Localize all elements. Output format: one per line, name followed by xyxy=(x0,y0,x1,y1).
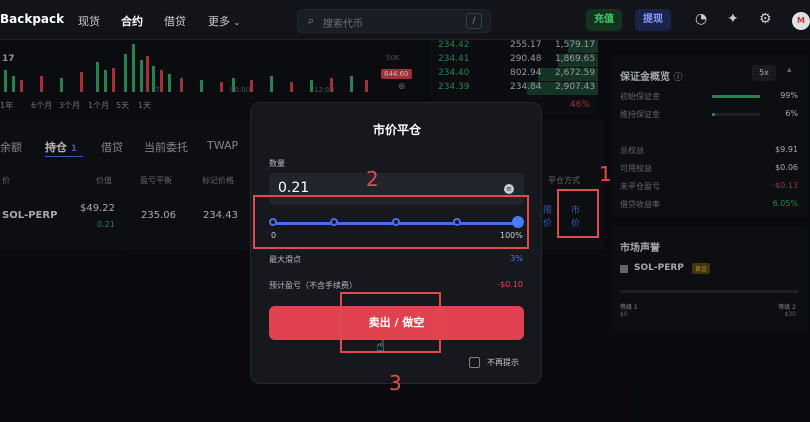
nav-more[interactable]: 更多 ⌄ xyxy=(208,13,240,29)
annotation-box-3 xyxy=(340,292,441,353)
annotation-number-3: 3 xyxy=(389,371,402,395)
sparkle-icon[interactable]: ✦ xyxy=(727,11,739,27)
search-shortcut: / xyxy=(466,13,482,29)
nav-lend[interactable]: 借贷 xyxy=(164,13,186,29)
no-remind-checkbox[interactable] xyxy=(469,357,480,368)
pnl-label: 预计盈亏（不含手续费） xyxy=(269,281,357,290)
nav-spot[interactable]: 现货 xyxy=(78,13,100,29)
search-icon: ⌕ xyxy=(308,14,315,27)
quantity-value: 0.21 xyxy=(278,180,310,196)
withdraw-button[interactable]: 提现 xyxy=(635,9,671,31)
chevron-down-icon: ⌄ xyxy=(233,18,241,27)
modal-title: 市价平仓 xyxy=(372,123,421,137)
annotation-box-1 xyxy=(557,189,599,238)
slippage-label: 最大滑点 xyxy=(269,255,301,264)
gear-icon[interactable]: ⚙ xyxy=(759,11,772,27)
avatar[interactable]: M xyxy=(792,12,810,30)
nav-more-label: 更多 xyxy=(208,15,230,28)
pie-chart-icon[interactable]: ◔ xyxy=(695,11,707,27)
pnl-value: -$0.10 xyxy=(497,280,523,289)
search-input[interactable]: ⌕ 搜索代币 / xyxy=(297,9,491,33)
app-logo[interactable]: Backpack xyxy=(0,12,64,26)
top-bar: Backpack 现货 合约 借贷 更多 ⌄ ⌕ 搜索代币 / 充值 提现 ◔ … xyxy=(0,0,810,40)
annotation-number-2: 2 xyxy=(366,167,379,191)
slippage-value[interactable]: 3% xyxy=(510,254,523,263)
deposit-button[interactable]: 充值 xyxy=(586,9,622,31)
annotation-box-2 xyxy=(253,195,529,249)
nav-futures[interactable]: 合约 xyxy=(121,13,143,29)
quantity-label: 数量 xyxy=(269,159,285,168)
no-remind-label: 不再提示 xyxy=(487,358,519,367)
search-placeholder: 搜索代币 xyxy=(323,19,363,30)
equals-icon[interactable]: ≡ xyxy=(504,184,514,194)
annotation-number-1: 1 xyxy=(599,162,612,186)
